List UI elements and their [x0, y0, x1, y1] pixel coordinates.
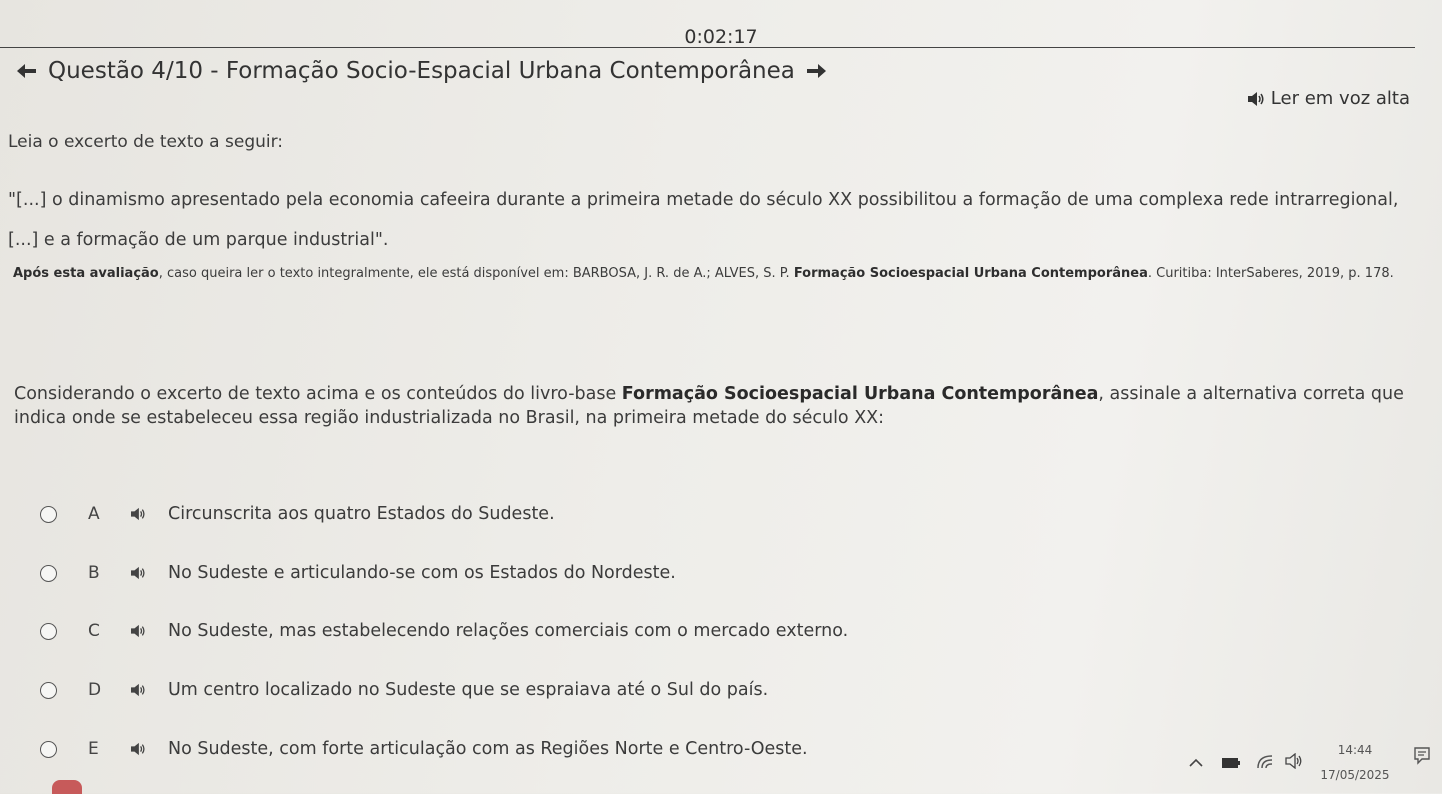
notification-icon[interactable] [1412, 745, 1432, 765]
source-text: , caso queira ler o texto integralmente,… [158, 266, 794, 281]
option-c[interactable]: C No Sudeste, mas estabelecendo relações… [40, 618, 848, 644]
speaker-icon[interactable] [130, 742, 146, 756]
clock-date: 17/05/2025 [1320, 768, 1390, 782]
question-header: Questão 4/10 - Formação Socio-Espacial U… [16, 58, 827, 84]
option-letter: D [88, 680, 102, 700]
speaker-icon[interactable] [130, 507, 146, 521]
intro-text: Leia o excerto de texto a seguir: [8, 132, 284, 152]
question-start: Considerando o excerto de texto acima e … [14, 384, 622, 404]
volume-icon[interactable] [1285, 753, 1305, 769]
radio-button[interactable] [40, 564, 57, 582]
speaker-icon[interactable] [130, 624, 146, 638]
source-bold: Após esta avaliação [13, 266, 159, 281]
option-letter: A [88, 504, 100, 524]
radio-button[interactable] [40, 740, 57, 758]
option-text: Circunscrita aos quatro Estados do Sudes… [168, 504, 555, 524]
option-text: No Sudeste, com forte articulação com as… [168, 739, 808, 759]
timer: 0:02:17 [684, 26, 758, 48]
question-book: Formação Socioespacial Urbana Contemporâ… [621, 384, 1099, 404]
wifi-icon[interactable] [1256, 752, 1276, 770]
option-b[interactable]: B No Sudeste e articulando-se com os Est… [40, 560, 676, 586]
quote-text: "[...] o dinamismo apresentado pela econ… [8, 190, 1399, 250]
option-letter: C [88, 621, 100, 641]
source-citation: Após esta avaliação, caso queira ler o t… [13, 258, 1418, 290]
read-aloud-label: Ler em voz alta [1270, 88, 1410, 109]
radio-button[interactable] [40, 505, 57, 523]
arrow-right-icon[interactable] [805, 60, 827, 82]
option-text: No Sudeste, mas estabelecendo relações c… [168, 621, 849, 641]
speaker-icon[interactable] [130, 566, 146, 580]
chevron-up-icon[interactable] [1188, 757, 1204, 769]
option-letter: B [88, 563, 100, 583]
page-title: Questão 4/10 - Formação Socio-Espacial U… [48, 58, 795, 84]
app-icon[interactable] [52, 780, 82, 794]
battery-icon[interactable] [1221, 756, 1241, 770]
option-d[interactable]: D Um centro localizado no Sudeste que se… [40, 677, 768, 703]
option-text: Um centro localizado no Sudeste que se e… [168, 680, 769, 700]
clock-time: 14:44 [1337, 743, 1373, 757]
arrow-left-icon[interactable] [16, 60, 38, 82]
source-end: . Curitiba: InterSaberes, 2019, p. 178. [1147, 266, 1394, 281]
radio-button[interactable] [40, 622, 57, 640]
question-text: Considerando o excerto de texto acima e … [14, 382, 1414, 430]
option-text: No Sudeste e articulando-se com os Estad… [168, 563, 676, 583]
option-letter: E [88, 739, 99, 759]
option-a[interactable]: A Circunscrita aos quatro Estados do Sud… [40, 501, 555, 527]
divider [0, 47, 1415, 48]
radio-button[interactable] [40, 681, 57, 699]
read-aloud-button[interactable]: Ler em voz alta [1247, 88, 1410, 109]
taskbar-clock[interactable]: 14:44 17/05/2025 [1320, 738, 1390, 788]
source-book: Formação Socioespacial Urbana Contemporâ… [793, 266, 1148, 281]
option-e[interactable]: E No Sudeste, com forte articulação com … [40, 736, 808, 762]
speaker-icon [1247, 91, 1264, 106]
speaker-icon[interactable] [130, 683, 146, 697]
